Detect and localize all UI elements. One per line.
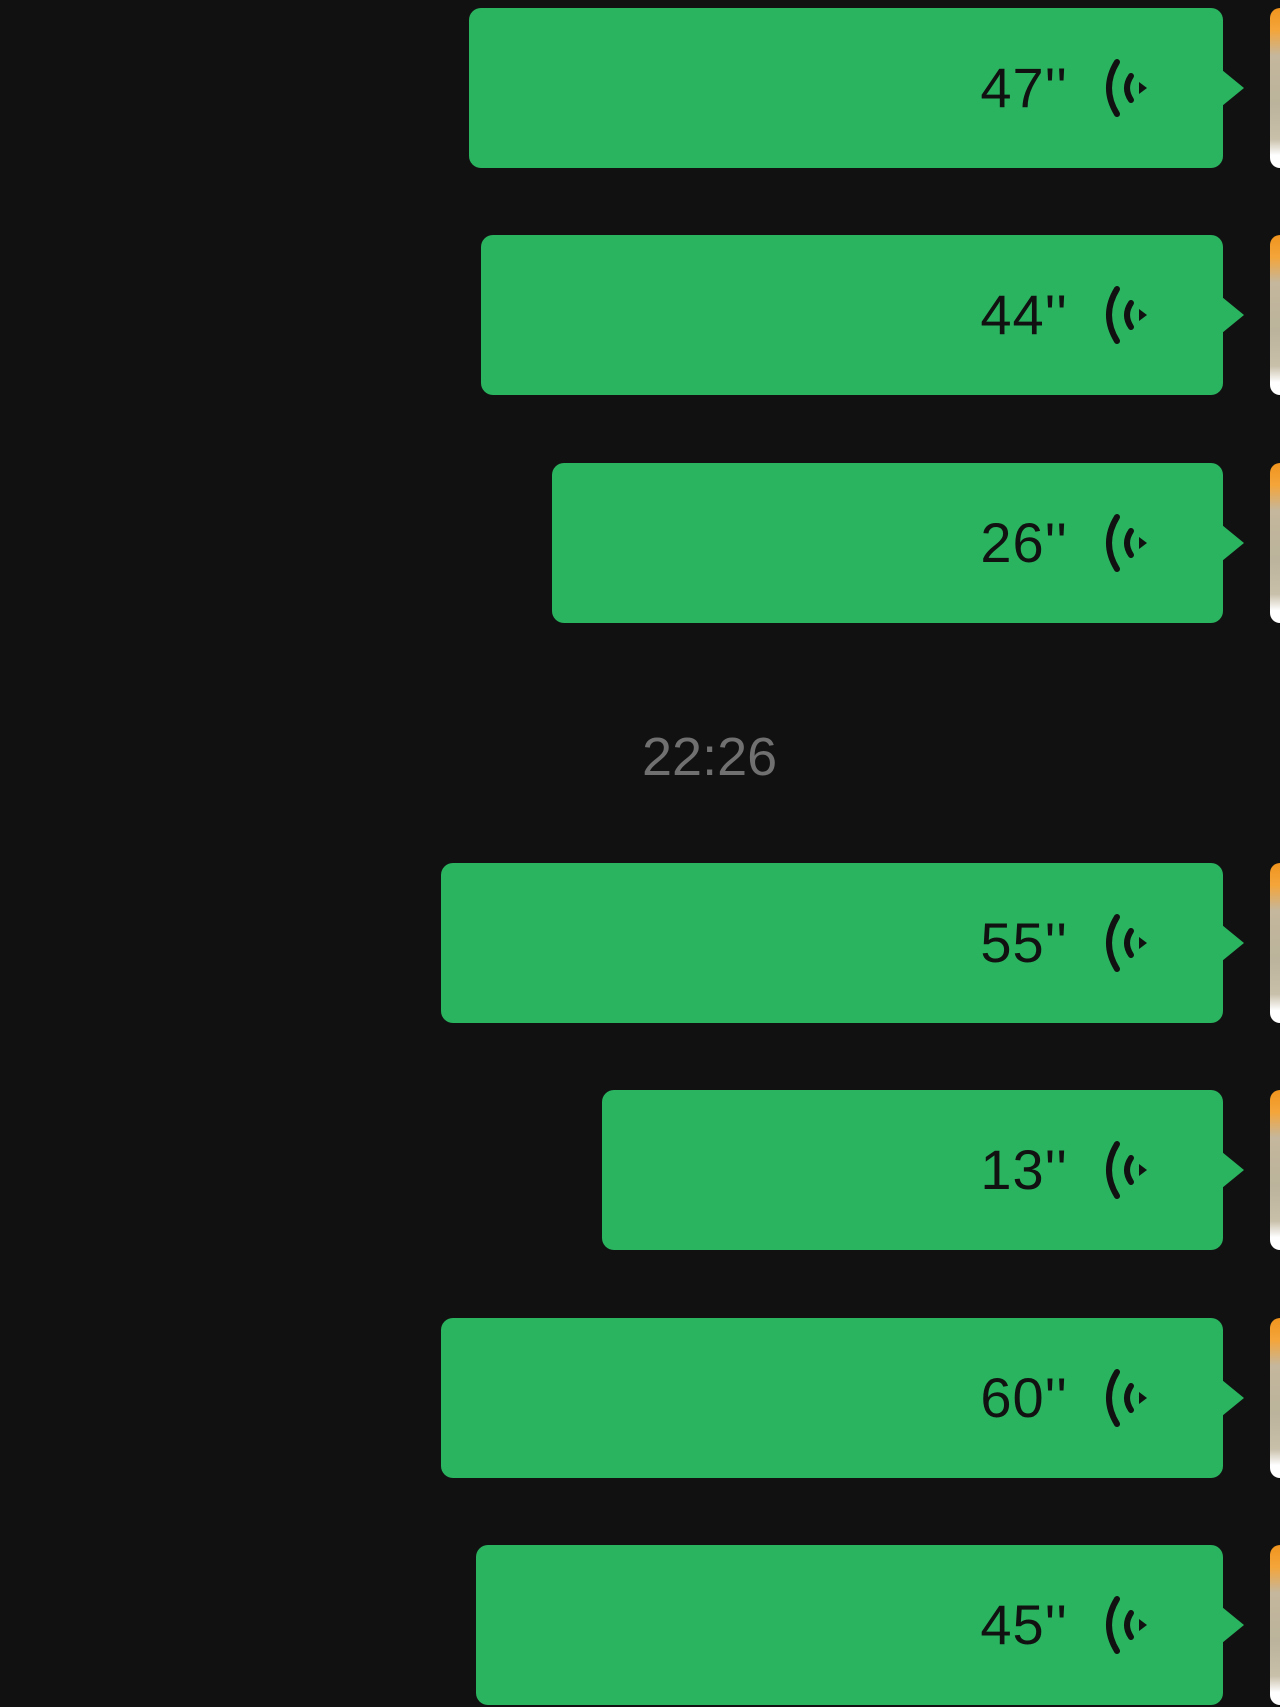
voice-duration: 26'' — [980, 511, 1068, 574]
user-avatar[interactable] — [1270, 463, 1280, 623]
user-avatar[interactable] — [1270, 8, 1280, 168]
voice-playback-icon — [1106, 1596, 1147, 1654]
voice-message-row: 47'' — [0, 8, 1280, 168]
voice-playback-icon — [1106, 914, 1147, 972]
voice-message-row: 13'' — [0, 1090, 1280, 1250]
voice-message-bubble[interactable]: 47'' — [469, 8, 1244, 168]
voice-message-row: 44'' — [0, 235, 1280, 395]
voice-message-bubble[interactable]: 60'' — [441, 1318, 1244, 1478]
user-avatar[interactable] — [1270, 1090, 1280, 1250]
user-avatar[interactable] — [1270, 1318, 1280, 1478]
voice-message-row: 45'' — [0, 1545, 1280, 1705]
voice-duration: 60'' — [980, 1366, 1068, 1429]
voice-duration: 45'' — [980, 1593, 1068, 1656]
voice-message-bubble[interactable]: 26'' — [552, 463, 1244, 623]
voice-playback-icon — [1106, 1369, 1147, 1427]
voice-playback-icon — [1106, 59, 1147, 117]
chat-message-list: 47'' 44'' 26'' 22:26 55'' 13'' 60'' 45'' — [0, 0, 1280, 1707]
voice-message-row: 60'' — [0, 1318, 1280, 1478]
voice-message-bubble[interactable]: 45'' — [476, 1545, 1244, 1705]
voice-playback-icon — [1106, 286, 1147, 344]
chat-timestamp: 22:26 — [642, 727, 778, 787]
user-avatar[interactable] — [1270, 235, 1280, 395]
voice-message-bubble[interactable]: 44'' — [481, 235, 1244, 395]
voice-duration: 13'' — [980, 1138, 1068, 1201]
voice-message-row: 55'' — [0, 863, 1280, 1023]
voice-duration: 47'' — [980, 56, 1068, 119]
user-avatar[interactable] — [1270, 1545, 1280, 1705]
voice-message-row: 26'' — [0, 463, 1280, 623]
voice-playback-icon — [1106, 1141, 1147, 1199]
voice-message-bubble[interactable]: 55'' — [441, 863, 1244, 1023]
user-avatar[interactable] — [1270, 863, 1280, 1023]
voice-playback-icon — [1106, 514, 1147, 572]
voice-duration: 44'' — [980, 283, 1068, 346]
voice-duration: 55'' — [980, 911, 1068, 974]
voice-message-bubble[interactable]: 13'' — [602, 1090, 1244, 1250]
